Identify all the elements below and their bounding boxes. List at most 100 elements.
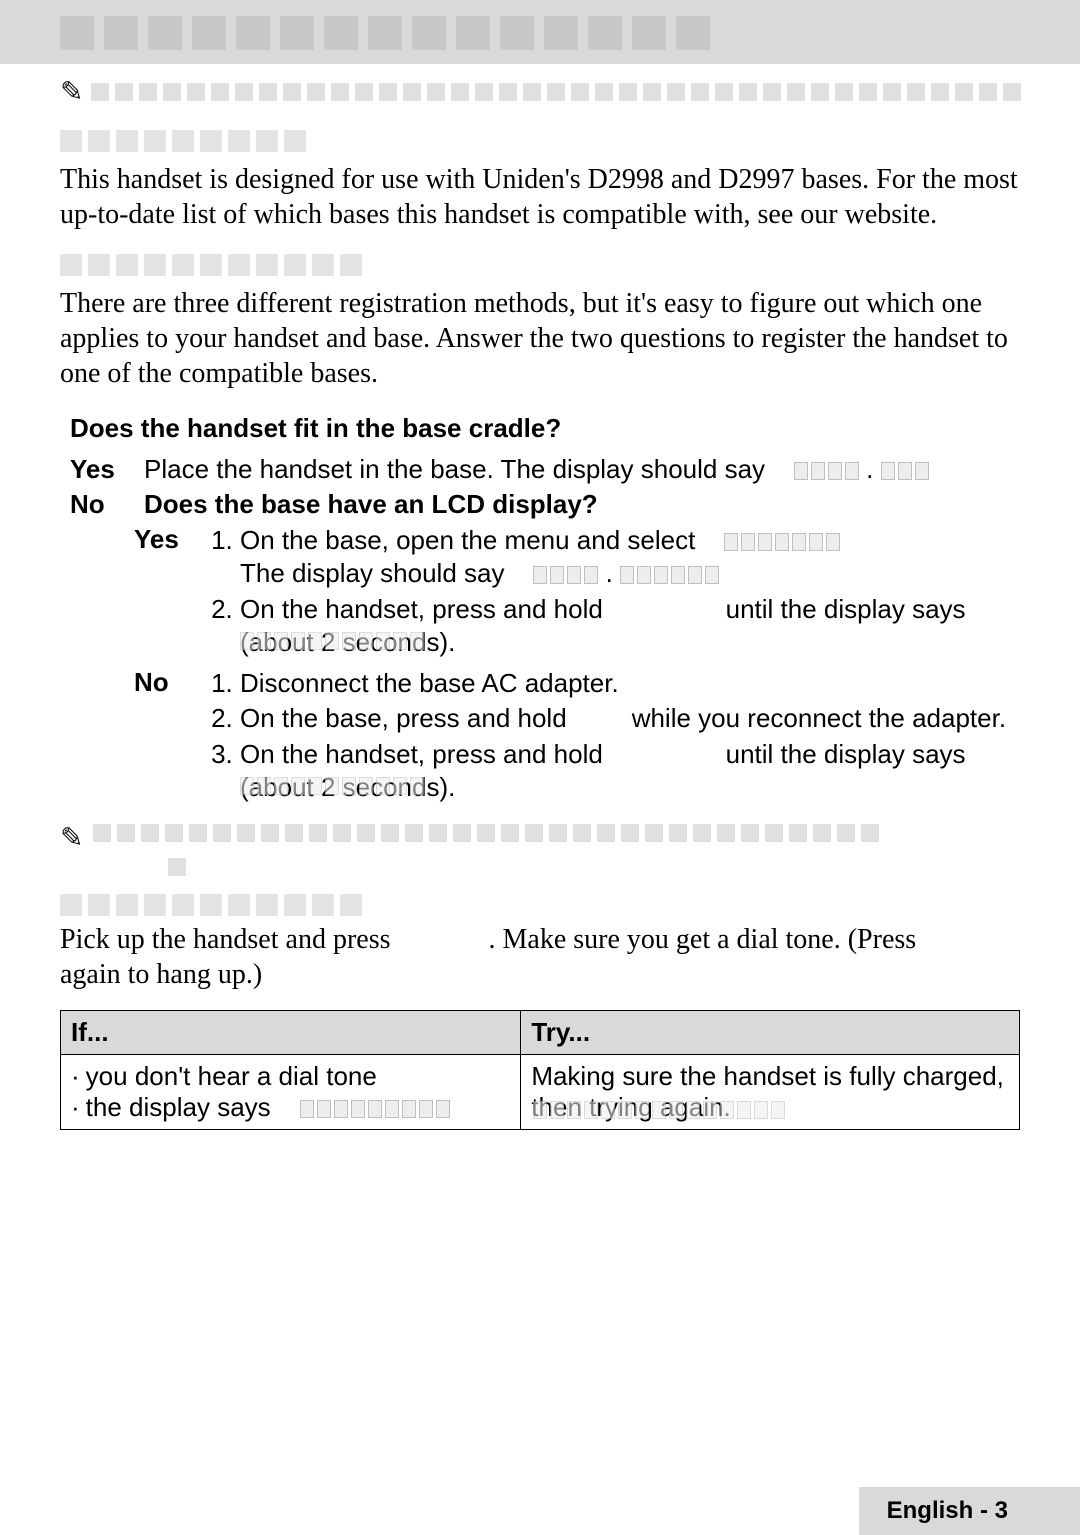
placeholder-square	[211, 83, 229, 101]
note-placeholder-run	[93, 824, 879, 842]
placeholder-square	[213, 824, 231, 842]
placeholder-square	[256, 894, 278, 916]
placeholder-square	[739, 83, 757, 101]
placeholder-square	[403, 83, 421, 101]
subheading-placeholder-row	[60, 254, 1020, 276]
step: On the base, open the menu and select Th…	[240, 524, 1020, 591]
bullet-dot-icon: ·	[71, 1094, 80, 1120]
placeholder-square	[500, 16, 534, 50]
placeholder-square	[116, 254, 138, 276]
placeholder-square	[451, 83, 469, 101]
q1-yes-row: Yes Place the handset in the base. The d…	[70, 454, 1020, 485]
q2-yes-body: On the base, open the menu and select Th…	[208, 524, 1020, 661]
placeholder-square	[88, 254, 110, 276]
bullet-item: · the display says	[71, 1092, 510, 1123]
placeholder-square	[619, 83, 637, 101]
question-1: Does the handset fit in the base cradle?	[70, 413, 1020, 444]
step-text: until the display says	[726, 594, 966, 624]
placeholder-square	[381, 824, 399, 842]
placeholder-square	[115, 83, 133, 101]
placeholder-square	[93, 824, 111, 842]
connect-text-b: . Make sure you get a dial tone. (Press	[489, 924, 917, 955]
placeholder-square	[228, 254, 250, 276]
placeholder-square	[284, 894, 306, 916]
display-text-placeholder	[533, 566, 598, 584]
placeholder-square	[144, 130, 166, 152]
placeholder-square	[189, 824, 207, 842]
header-placeholder-row	[60, 16, 1020, 50]
connect-text-c: again to hang up.)	[60, 959, 262, 990]
placeholder-square	[312, 254, 334, 276]
placeholder-square	[172, 254, 194, 276]
placeholder-square	[148, 16, 182, 50]
placeholder-square	[88, 130, 110, 152]
step: Disconnect the base AC adapter.	[240, 667, 1020, 700]
step-text: while you reconnect the adapter.	[632, 703, 1006, 733]
placeholder-square	[412, 16, 446, 50]
placeholder-square	[284, 254, 306, 276]
q2-no-body: Disconnect the base AC adapter. On the b…	[208, 667, 1020, 806]
placeholder-square	[256, 130, 278, 152]
step: On the base, press and hold while you re…	[240, 702, 1020, 735]
placeholder-square	[787, 83, 805, 101]
placeholder-square	[453, 824, 471, 842]
placeholder-square	[200, 130, 222, 152]
table-row: · you don't hear a dial tone · the displ…	[61, 1055, 1020, 1130]
overlay-text: (about 2 seconds).	[240, 771, 455, 804]
table-cell-if: · you don't hear a dial tone · the displ…	[61, 1055, 521, 1130]
section-header-banner	[0, 0, 1080, 64]
placeholder-square	[595, 83, 613, 101]
placeholder-square	[172, 130, 194, 152]
placeholder-square	[307, 83, 325, 101]
display-text-placeholder	[300, 1100, 450, 1118]
document-page: ✎ This handset is designed for use with …	[0, 0, 1080, 1535]
placeholder-square	[60, 16, 94, 50]
placeholder-square	[835, 83, 853, 101]
subheading-placeholder-row	[60, 894, 1020, 916]
troubleshooting-table: If... Try... · you don't hear a dial ton…	[60, 1010, 1020, 1130]
placeholder-square	[475, 83, 493, 101]
table-header-if: If...	[61, 1011, 521, 1055]
q1-yes-body: Place the handset in the base. The displ…	[144, 454, 1020, 485]
placeholder-square	[501, 824, 519, 842]
step-text: On the handset, press and hold	[240, 594, 603, 624]
placeholder-square	[284, 130, 306, 152]
placeholder-square	[931, 83, 949, 101]
about-2-seconds: (about 2 seconds).	[240, 627, 455, 657]
placeholder-square	[549, 824, 567, 842]
placeholder-square	[676, 16, 710, 50]
placeholder-square	[597, 824, 615, 842]
placeholder-square	[547, 83, 565, 101]
placeholder-square	[60, 130, 82, 152]
about-2-seconds: (about 2 seconds).	[240, 772, 455, 802]
q2-no-block: No Disconnect the base AC adapter. On th…	[134, 667, 1020, 806]
placeholder-square	[340, 894, 362, 916]
placeholder-square	[588, 16, 622, 50]
display-text-placeholder	[881, 462, 929, 480]
placeholder-square	[200, 254, 222, 276]
step: On the handset, press and hold until the…	[240, 738, 1020, 805]
pencil-icon: ✎	[60, 78, 83, 106]
placeholder-square	[116, 130, 138, 152]
note-placeholder-run	[168, 858, 1020, 876]
placeholder-square	[237, 824, 255, 842]
placeholder-square	[525, 824, 543, 842]
table-cell-try: Making sure the handset is fully charged…	[521, 1055, 1020, 1130]
note-row: ✎	[60, 824, 1020, 852]
placeholder-square	[544, 16, 578, 50]
placeholder-square	[139, 83, 157, 101]
placeholder-square	[693, 824, 711, 842]
pencil-icon: ✎	[60, 824, 83, 852]
placeholder-square	[324, 16, 358, 50]
placeholder-square	[955, 83, 973, 101]
placeholder-square	[60, 894, 82, 916]
placeholder-square	[645, 824, 663, 842]
placeholder-square	[571, 83, 589, 101]
q1-yes-text: Place the handset in the base. The displ…	[144, 454, 765, 484]
placeholder-square	[104, 16, 138, 50]
placeholder-square	[144, 254, 166, 276]
placeholder-square	[1003, 83, 1021, 101]
display-text-placeholder	[794, 462, 859, 480]
placeholder-square	[368, 16, 402, 50]
placeholder-square	[499, 83, 517, 101]
